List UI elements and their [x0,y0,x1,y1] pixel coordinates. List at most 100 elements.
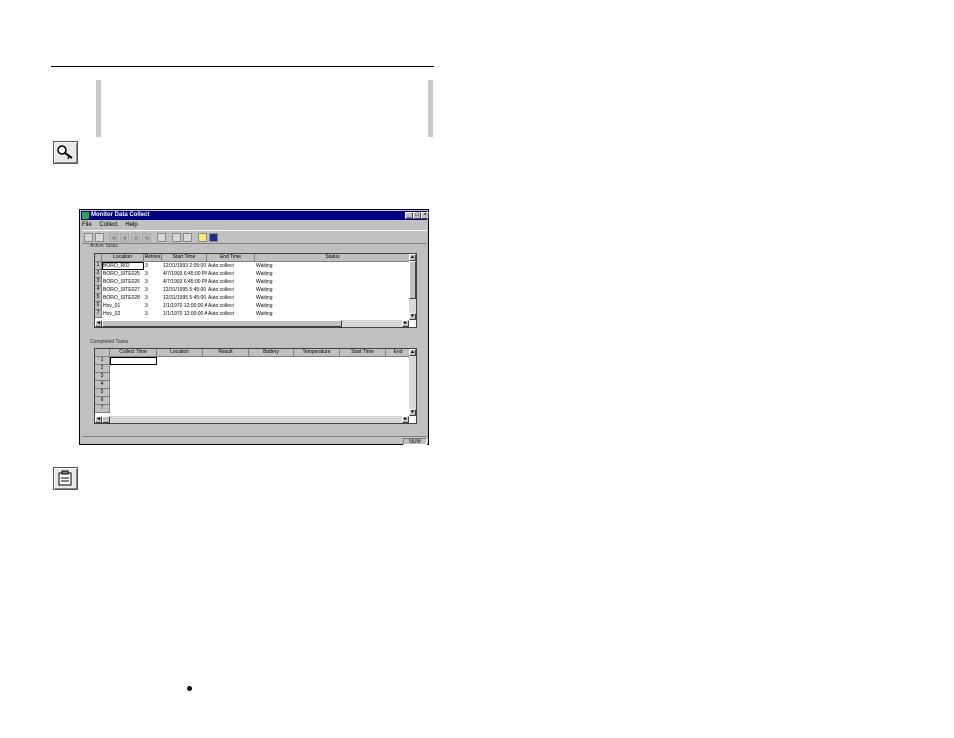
print-icon[interactable] [95,233,104,242]
column-header[interactable]: Collect Time [110,349,157,357]
collect-icon[interactable] [172,233,181,242]
scroll-up-button[interactable]: ▲ [409,349,416,356]
table-cell[interactable]: Auto collect [207,262,255,270]
table-cell[interactable]: 3 [144,262,162,270]
record-icon[interactable] [120,233,129,242]
row-number: 7 [95,405,110,413]
vertical-scrollbar[interactable]: ▲ ▼ [409,254,416,320]
scroll-right-button[interactable]: ► [402,320,409,327]
scroll-thumb[interactable] [102,320,342,327]
row-number: 6 [95,302,102,310]
status-bar: NUM [82,436,427,445]
table-cell[interactable]: 3 [144,270,162,278]
scroll-left-button[interactable]: ◄ [95,416,102,423]
active-tasks-label: Active Tasks [90,243,118,249]
column-header[interactable]: Location [102,254,144,262]
completed-tasks-grid[interactable]: Collect Time Location Result Battery Tem… [94,348,417,424]
page-rule [51,66,434,67]
table-cell[interactable]: Waiting [255,270,405,278]
table-cell[interactable]: 1/1/1970 12:00:00 A [162,302,207,310]
new-icon[interactable] [84,233,93,242]
menu-collect[interactable]: Collect [99,222,117,228]
table-cell[interactable]: BORO_SITE027 [102,286,144,294]
table-cell[interactable]: Waiting [255,262,405,270]
table-cell[interactable]: Waiting [255,310,405,318]
table-cell[interactable]: Auto collect [207,294,255,302]
help-icon[interactable] [209,233,218,242]
table-cell[interactable]: Hov_02 [102,310,144,318]
schedule-icon[interactable] [198,233,207,242]
row-number: 4 [95,286,102,294]
row-number: 3 [95,373,110,381]
horizontal-scrollbar[interactable]: ◄ ► [95,416,409,423]
table-cell[interactable]: Auto collect [207,286,255,294]
selected-cell[interactable] [110,357,157,365]
table-cell[interactable]: 3 [144,294,162,302]
menu-bar: File Collect Help [82,221,144,229]
table-cell[interactable]: Waiting [255,294,405,302]
clipboard-icon [53,467,78,490]
vertical-scrollbar[interactable]: ▲ ▼ [409,349,416,416]
table-cell[interactable]: 12/31/1995 5:45:00 [162,294,207,302]
scroll-up-button[interactable]: ▲ [409,254,416,261]
column-header[interactable]: Temperature [294,349,340,357]
scroll-left-button[interactable]: ◄ [95,320,102,327]
horizontal-scrollbar[interactable]: ◄ ► [95,320,409,327]
menu-help[interactable]: Help [125,222,137,228]
table-cell[interactable]: Auto collect [207,310,255,318]
toolbar [82,230,427,244]
table-cell[interactable]: 12/31/1993 2:05:00 [162,262,207,270]
table-cell[interactable]: Auto collect [207,270,255,278]
table-cell[interactable]: Hov_01 [102,302,144,310]
table-cell[interactable]: Waiting [255,302,405,310]
footer-bullet [187,686,192,691]
active-tasks-grid[interactable]: Location Retries Start Time End Time Sta… [94,253,417,328]
table-cell[interactable]: BORO_SITE025 [102,270,144,278]
row-number: 1 [95,357,110,365]
column-header[interactable]: Status [255,254,411,262]
table-cell[interactable]: Waiting [255,286,405,294]
open-icon[interactable] [157,233,166,242]
row-number: 2 [95,270,102,278]
scroll-thumb[interactable] [409,261,416,299]
column-header[interactable]: Start Time [340,349,386,357]
grid-corner [95,254,102,262]
close-button[interactable]: × [421,212,429,219]
record-icon[interactable] [109,233,118,242]
table-cell[interactable]: Auto collect [207,278,255,286]
table-cell[interactable]: 1/1/1970 12:00:00 A [162,310,207,318]
table-cell[interactable]: BORO_R02 [102,262,144,270]
table-cell[interactable]: 3 [144,278,162,286]
table-cell[interactable]: BORO_SITE028 [102,294,144,302]
column-header[interactable]: Result [203,349,249,357]
menu-file[interactable]: File [82,222,92,228]
table-cell[interactable]: Auto collect [207,302,255,310]
scroll-down-button[interactable]: ▼ [409,409,416,416]
scroll-down-button[interactable]: ▼ [409,313,416,320]
title-bar[interactable]: Monitor Data Collect _ □ × [81,211,429,220]
table-cell[interactable]: 3 [144,310,162,318]
record-icon[interactable] [142,233,151,242]
scroll-thumb[interactable] [102,416,110,423]
table-cell[interactable]: 3 [144,286,162,294]
column-header[interactable]: Battery [249,349,294,357]
column-header[interactable]: End [386,349,411,357]
table-cell[interactable]: 3 [144,302,162,310]
table-cell[interactable]: 12/31/1995 5:45:00 [162,286,207,294]
scroll-right-button[interactable]: ► [402,416,409,423]
minimize-button[interactable]: _ [405,212,413,219]
maximize-button[interactable]: □ [413,212,421,219]
table-cell[interactable]: 4/7/1993 6:45:00 PM [162,278,207,286]
table-cell[interactable]: 4/7/1993 6:45:00 PM [162,270,207,278]
column-header[interactable]: End Time [207,254,255,262]
collect-icon[interactable] [183,233,192,242]
column-header[interactable]: Start Time [162,254,207,262]
record-icon[interactable] [131,233,140,242]
table-cell[interactable]: BORO_SITE026 [102,278,144,286]
table-cell[interactable]: Waiting [255,278,405,286]
column-header[interactable]: Location [157,349,203,357]
row-number: 2 [95,365,110,373]
row-number: 1 [95,262,102,270]
row-number: 5 [95,389,110,397]
column-header[interactable]: Retries [144,254,162,262]
